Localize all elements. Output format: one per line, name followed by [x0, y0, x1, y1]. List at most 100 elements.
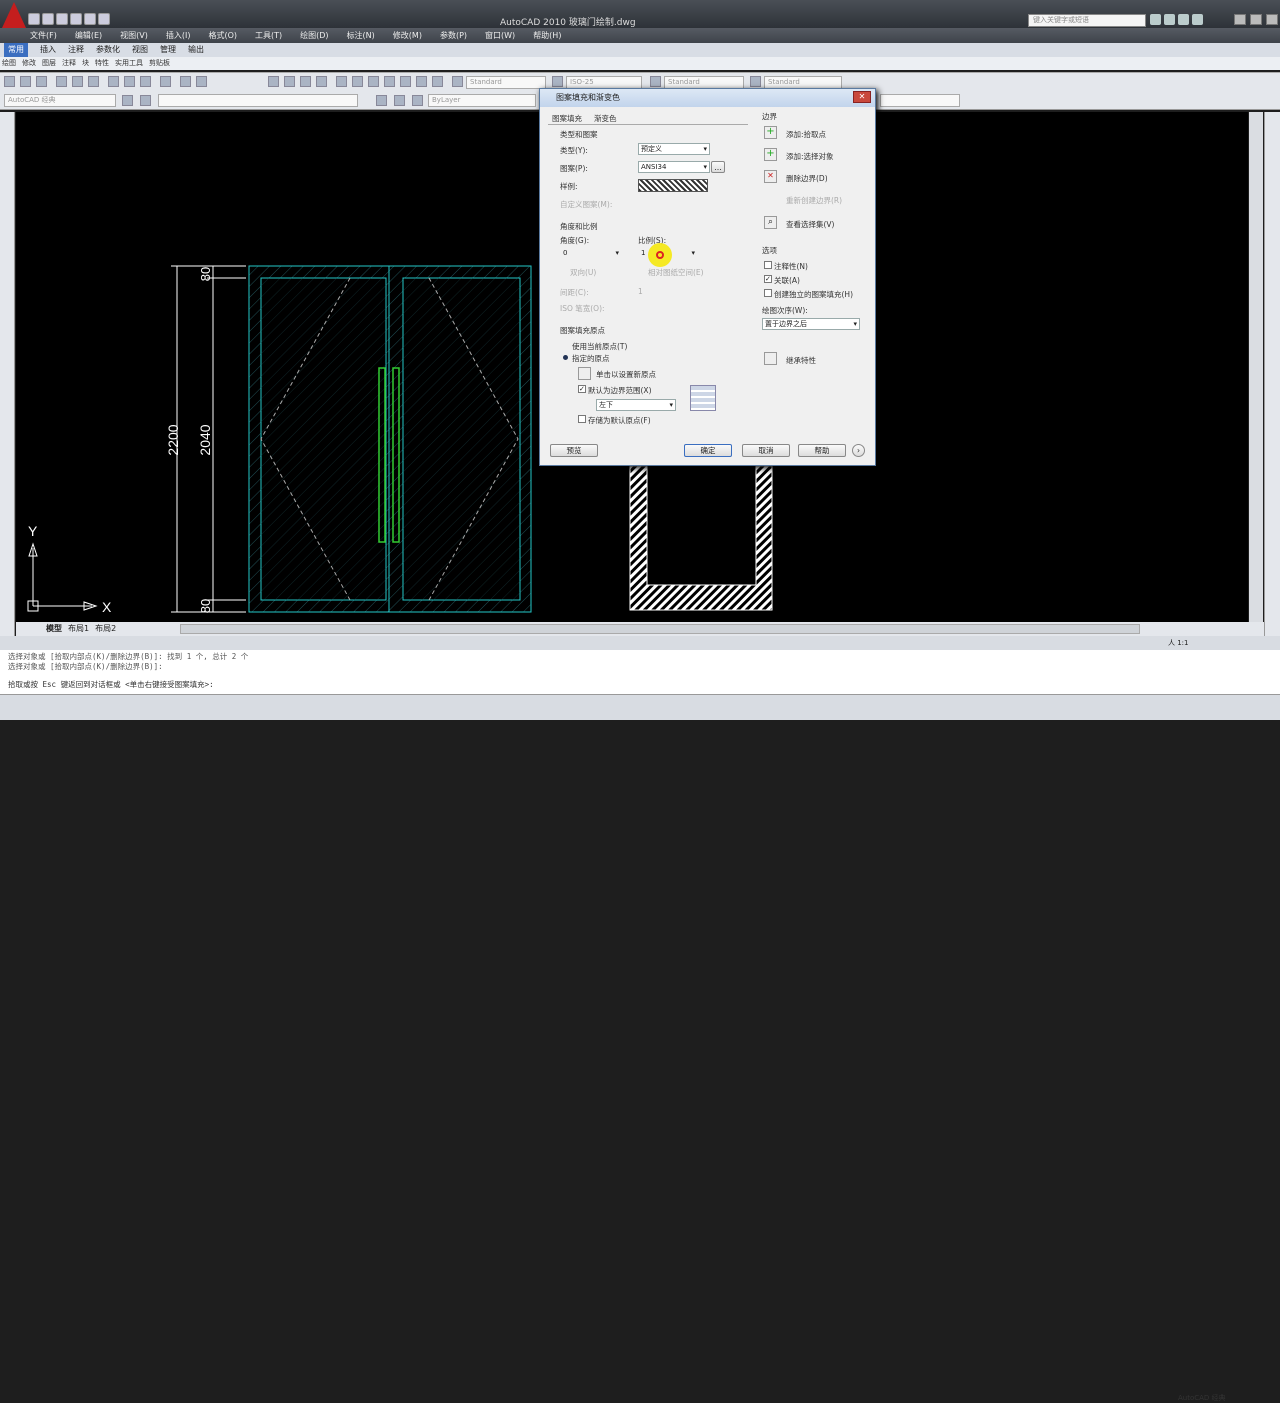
tab-gradient[interactable]: 渐变色: [594, 113, 617, 124]
color-dropdown[interactable]: ByLayer: [428, 94, 536, 107]
default-boundary-label[interactable]: 默认为边界范围(X): [588, 385, 652, 396]
tab-view[interactable]: 视图: [132, 43, 148, 57]
tab-layout2[interactable]: 布局2: [95, 622, 116, 636]
panel-layers[interactable]: 图层: [42, 57, 56, 70]
sheet-set-icon[interactable]: [384, 76, 395, 87]
new-icon[interactable]: [28, 13, 40, 25]
binoculars-icon[interactable]: [1150, 14, 1161, 25]
tab-hatch[interactable]: 图案填充: [552, 113, 582, 124]
more-options-icon[interactable]: ›: [852, 444, 865, 457]
calculator-icon[interactable]: [416, 76, 427, 87]
match-properties-icon[interactable]: [160, 76, 171, 87]
add-pick-button[interactable]: 添加:拾取点: [786, 129, 826, 140]
associative-checkbox[interactable]: ✓: [764, 275, 772, 283]
redo-icon[interactable]: [196, 76, 207, 87]
specified-origin-radio[interactable]: [563, 355, 568, 360]
tab-layout1[interactable]: 布局1: [68, 622, 89, 636]
text-style-icon[interactable]: [452, 76, 463, 87]
boundary-pos-dropdown[interactable]: 左下: [596, 399, 676, 411]
separate-label[interactable]: 创建独立的图案填充(H): [774, 289, 853, 300]
panel-annotation[interactable]: 注释: [62, 57, 76, 70]
inherit-button[interactable]: 继承特性: [786, 355, 816, 366]
layer-properties-icon[interactable]: [140, 95, 151, 106]
pattern-dropdown[interactable]: ANSI34: [638, 161, 710, 173]
undo-icon[interactable]: [180, 76, 191, 87]
default-boundary-checkbox[interactable]: ✓: [578, 385, 586, 393]
menu-format[interactable]: 格式(O): [208, 28, 237, 43]
zoom-previous-icon[interactable]: [316, 76, 327, 87]
click-set-origin[interactable]: 单击以设置新原点: [596, 369, 656, 380]
menu-file[interactable]: 文件(F): [30, 28, 57, 43]
new-icon[interactable]: [4, 76, 15, 87]
specified-origin-label[interactable]: 指定的原点: [572, 353, 610, 364]
separate-checkbox[interactable]: [764, 289, 772, 297]
copy-icon[interactable]: [124, 76, 135, 87]
help-button[interactable]: 帮助: [798, 444, 846, 457]
menu-view[interactable]: 视图(V): [120, 28, 148, 43]
open-icon[interactable]: [20, 76, 31, 87]
workspace-dropdown[interactable]: AutoCAD 经典: [4, 94, 116, 107]
menu-help[interactable]: 帮助(H): [533, 28, 561, 43]
color-icon[interactable]: [412, 95, 423, 106]
menu-window[interactable]: 窗口(W): [485, 28, 515, 43]
text-style-dropdown[interactable]: Standard: [466, 76, 546, 89]
star-icon[interactable]: [1178, 14, 1189, 25]
angle-dropdown[interactable]: 0: [560, 247, 622, 259]
panel-draw[interactable]: 绘图: [2, 57, 16, 70]
command-window[interactable]: 选择对象或 [拾取内部点(K)/删除边界(B)]: 找到 1 个, 总计 2 个…: [0, 650, 1280, 694]
panel-properties[interactable]: 特性: [95, 57, 109, 70]
pattern-sample[interactable]: [638, 179, 708, 192]
plot-style-dropdown[interactable]: [880, 94, 960, 107]
zoom-realtime-icon[interactable]: [284, 76, 295, 87]
undo-icon[interactable]: [84, 13, 96, 25]
add-select-icon[interactable]: +: [764, 148, 777, 161]
magnifier-icon[interactable]: ⌕: [764, 216, 777, 229]
save-icon[interactable]: [36, 76, 47, 87]
help-icon[interactable]: [432, 76, 443, 87]
tab-insert[interactable]: 插入: [40, 43, 56, 57]
dim-style-icon[interactable]: [552, 76, 563, 87]
tab-annotate[interactable]: 注释: [68, 43, 84, 57]
use-current-origin[interactable]: 使用当前原点(T): [572, 341, 627, 352]
save-icon[interactable]: [56, 13, 68, 25]
search-input[interactable]: 键入关键字或短语: [1028, 14, 1146, 27]
store-default-label[interactable]: 存储为默认原点(F): [588, 415, 651, 426]
preview-icon[interactable]: [72, 76, 83, 87]
tab-home[interactable]: 常用: [4, 43, 28, 57]
inherit-icon[interactable]: [764, 352, 777, 365]
minimize-button[interactable]: [1234, 14, 1246, 25]
pattern-browse-button[interactable]: …: [711, 161, 725, 173]
set-origin-icon[interactable]: [578, 367, 591, 380]
cut-icon[interactable]: [108, 76, 119, 87]
menu-tools[interactable]: 工具(T): [255, 28, 282, 43]
vertical-scrollbar[interactable]: [1249, 112, 1263, 622]
redo-icon[interactable]: [98, 13, 110, 25]
plot-icon[interactable]: [56, 76, 67, 87]
menu-dimension[interactable]: 标注(N): [347, 28, 375, 43]
zoom-window-icon[interactable]: [300, 76, 311, 87]
view-selection-button[interactable]: 查看选择集(V): [786, 219, 834, 230]
workspace-switch[interactable]: AutoCAD 经典: [1178, 1393, 1226, 1403]
tab-parametric[interactable]: 参数化: [96, 43, 120, 57]
menu-modify[interactable]: 修改(M): [393, 28, 422, 43]
preview-button[interactable]: 预览: [550, 444, 598, 457]
add-pick-icon[interactable]: +: [764, 126, 777, 139]
annotative-label[interactable]: 注释性(N): [774, 261, 808, 272]
communication-icon[interactable]: [1164, 14, 1175, 25]
add-select-button[interactable]: 添加:选择对象: [786, 151, 834, 162]
layer-dropdown[interactable]: [158, 94, 358, 107]
table-style-icon[interactable]: [650, 76, 661, 87]
annotative-checkbox[interactable]: [764, 261, 772, 269]
panel-block[interactable]: 块: [82, 57, 89, 70]
tool-palettes-icon[interactable]: [368, 76, 379, 87]
design-center-icon[interactable]: [352, 76, 363, 87]
panel-clipboard[interactable]: 剪贴板: [149, 57, 170, 70]
make-current-icon[interactable]: [376, 95, 387, 106]
paste-icon[interactable]: [140, 76, 151, 87]
panel-utilities[interactable]: 实用工具: [115, 57, 143, 70]
tab-manage[interactable]: 管理: [160, 43, 176, 57]
remove-boundary-icon[interactable]: ✕: [764, 170, 777, 183]
open-icon[interactable]: [42, 13, 54, 25]
horizontal-scrollbar[interactable]: [180, 624, 1140, 634]
publish-icon[interactable]: [88, 76, 99, 87]
